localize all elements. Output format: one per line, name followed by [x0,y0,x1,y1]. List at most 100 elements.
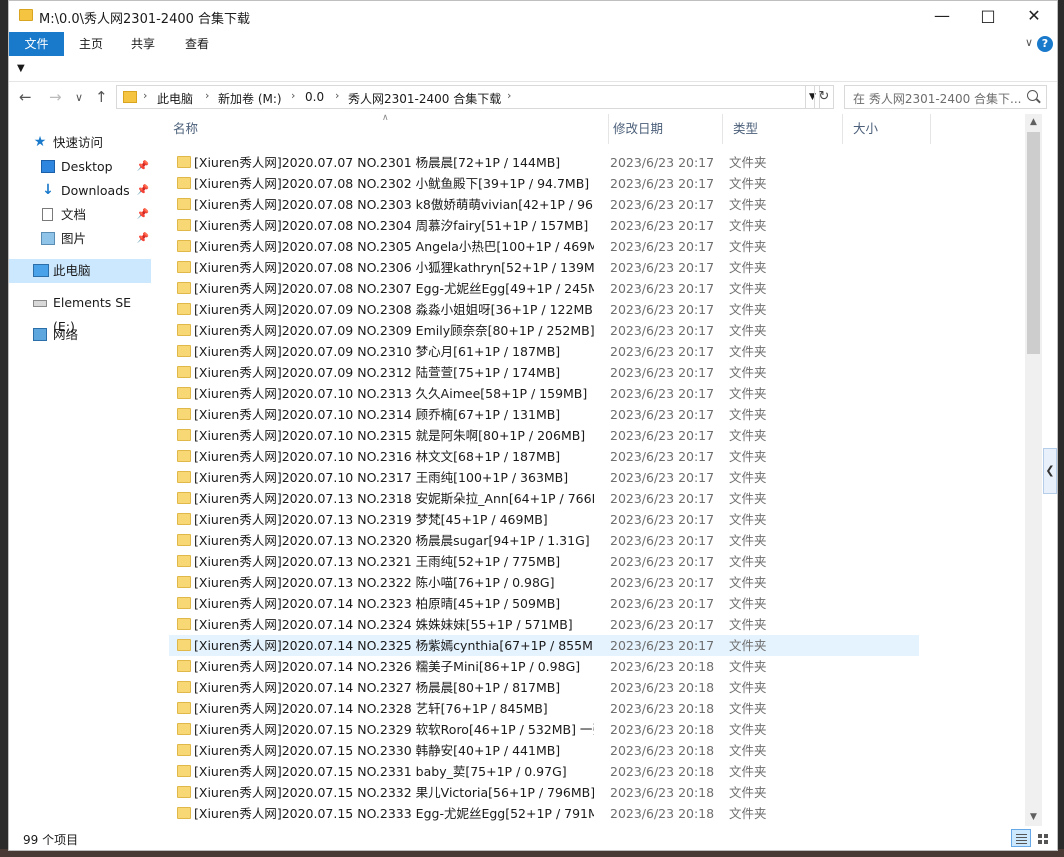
file-row[interactable]: [Xiuren秀人网]2020.07.15 NO.2331 baby_荬[75+… [169,761,919,782]
file-date: 2023/6/23 20:17 [610,281,715,296]
nav-quick-access[interactable]: ★ 快速访问 [9,131,151,155]
file-row[interactable]: [Xiuren秀人网]2020.07.14 NO.2323 柏原晴[45+1P … [169,593,919,614]
file-name: [Xiuren秀人网]2020.07.10 NO.2315 就是阿朱啊[80+1… [194,428,586,443]
breadcrumb-drive[interactable]: 新加卷 (M:) [218,90,282,107]
nav-item-downloads[interactable]: ↓ Downloads 📌 [9,179,151,203]
pin-icon[interactable]: 📌 [137,227,149,251]
file-row[interactable]: [Xiuren秀人网]2020.07.13 NO.2320 杨晨晨sugar[9… [169,530,919,551]
tab-file[interactable]: 文件 [9,32,64,56]
folder-icon [177,177,191,189]
breadcrumb-folder-00[interactable]: 0.0 [305,90,324,104]
tab-view[interactable]: 查看 [175,32,219,56]
nav-this-pc[interactable]: 此电脑 [9,259,151,283]
file-row[interactable]: [Xiuren秀人网]2020.07.10 NO.2315 就是阿朱啊[80+1… [169,425,919,446]
file-row[interactable]: [Xiuren秀人网]2020.07.15 NO.2329 软软Roro[46+… [169,719,919,740]
collapse-panel-chevron-icon[interactable]: ❮ [1043,448,1057,494]
file-row[interactable]: [Xiuren秀人网]2020.07.10 NO.2317 王雨纯[100+1P… [169,467,919,488]
file-row[interactable]: [Xiuren秀人网]2020.07.08 NO.2302 小鱿鱼殿下[39+1… [169,173,919,194]
details-view-button[interactable] [1011,829,1031,847]
column-header-name[interactable]: 名称 ∧ [169,114,609,144]
file-row[interactable]: [Xiuren秀人网]2020.07.15 NO.2333 Egg-尤妮丝Egg… [169,803,919,824]
chevron-right-icon[interactable]: › [205,89,209,102]
file-row[interactable]: [Xiuren秀人网]2020.07.14 NO.2325 杨紫嫣cynthia… [169,635,919,656]
large-icons-view-button[interactable] [1033,829,1053,847]
nav-item-documents[interactable]: 文档 📌 [9,203,151,227]
customize-toolbar-arrow-icon[interactable]: ▼ [17,63,25,74]
back-arrow-icon[interactable]: ← [19,88,32,106]
folder-icon [177,366,191,378]
breadcrumb-this-pc[interactable]: 此电脑 [157,90,193,107]
tab-share[interactable]: 共享 [121,32,165,56]
file-row[interactable]: [Xiuren秀人网]2020.07.09 NO.2308 淼淼小姐姐呀[36+… [169,299,919,320]
nav-item-desktop[interactable]: Desktop 📌 [9,155,151,179]
recent-locations-chevron-icon[interactable]: ∨ [75,91,83,104]
scroll-down-arrow-icon[interactable]: ▼ [1025,809,1042,826]
minimize-button[interactable]: — [919,1,965,32]
close-button[interactable]: ✕ [1011,1,1057,32]
up-arrow-icon[interactable]: ↑ [95,88,108,106]
file-row[interactable]: [Xiuren秀人网]2020.07.09 NO.2309 Emily顾奈奈[8… [169,320,919,341]
column-header-date[interactable]: 修改日期 [609,114,723,144]
title-bar[interactable]: M:\0.0\秀人网2301-2400 合集下载 — □ ✕ [9,1,1057,32]
scrollbar-thumb[interactable] [1027,132,1040,354]
nav-item-pictures[interactable]: 图片 📌 [9,227,151,251]
file-row[interactable]: [Xiuren秀人网]2020.07.13 NO.2322 陈小喵[76+1P … [169,572,919,593]
column-header-size[interactable]: 大小 [849,114,931,144]
file-row[interactable]: [Xiuren秀人网]2020.07.08 NO.2303 k8傲娇萌萌vivi… [169,194,919,215]
search-icon[interactable] [1027,90,1038,101]
nav-drive-e[interactable]: Elements SE (E:) [9,291,151,334]
scroll-up-arrow-icon[interactable]: ▲ [1025,114,1042,131]
file-row[interactable]: [Xiuren秀人网]2020.07.08 NO.2304 周慕汐fairy[5… [169,215,919,236]
file-date: 2023/6/23 20:18 [610,680,715,695]
file-row[interactable]: [Xiuren秀人网]2020.07.14 NO.2328 艺轩[76+1P /… [169,698,919,719]
file-date: 2023/6/23 20:18 [610,764,715,779]
file-type: 文件夹 [729,428,767,443]
nav-network[interactable]: 网络 [9,323,151,347]
file-row[interactable]: [Xiuren秀人网]2020.07.14 NO.2324 姝姝妹妹[55+1P… [169,614,919,635]
column-header-type[interactable]: 类型 [729,114,843,144]
file-row[interactable]: [Xiuren秀人网]2020.07.09 NO.2312 陆萱萱[75+1P … [169,362,919,383]
file-name: [Xiuren秀人网]2020.07.08 NO.2304 周慕汐fairy[5… [194,218,589,233]
file-row[interactable]: [Xiuren秀人网]2020.07.13 NO.2318 安妮斯朵拉_Ann[… [169,488,919,509]
file-row[interactable]: [Xiuren秀人网]2020.07.14 NO.2326 糯美子Mini[86… [169,656,919,677]
file-name: [Xiuren秀人网]2020.07.10 NO.2316 林文文[68+1P … [194,449,561,464]
pin-icon[interactable]: 📌 [137,179,149,203]
chevron-right-icon[interactable]: › [335,89,339,102]
file-row[interactable]: [Xiuren秀人网]2020.07.10 NO.2313 久久Aimee[58… [169,383,919,404]
breadcrumb-current-folder[interactable]: 秀人网2301-2400 合集下载 [348,90,501,107]
file-row[interactable]: [Xiuren秀人网]2020.07.10 NO.2314 顾乔楠[67+1P … [169,404,919,425]
file-row[interactable]: [Xiuren秀人网]2020.07.14 NO.2327 杨晨晨[80+1P … [169,677,919,698]
folder-icon [177,744,191,756]
search-box[interactable]: 在 秀人网2301-2400 合集下... [844,85,1047,109]
chevron-right-icon[interactable]: › [507,89,511,102]
file-name: [Xiuren秀人网]2020.07.13 NO.2321 王雨纯[52+1P … [194,554,561,569]
file-row[interactable]: [Xiuren秀人网]2020.07.08 NO.2307 Egg-尤妮丝Egg… [169,278,919,299]
file-date: 2023/6/23 20:17 [610,323,715,338]
file-row[interactable]: [Xiuren秀人网]2020.07.15 NO.2332 果儿Victoria… [169,782,919,803]
chevron-right-icon[interactable]: › [291,89,295,102]
expand-ribbon-chevron-icon[interactable]: ∨ [1025,36,1033,49]
file-row[interactable]: [Xiuren秀人网]2020.07.15 NO.2330 韩静安[40+1P … [169,740,919,761]
file-date: 2023/6/23 20:17 [610,617,715,632]
tab-home[interactable]: 主页 [69,32,113,56]
file-row[interactable]: [Xiuren秀人网]2020.07.13 NO.2321 王雨纯[52+1P … [169,551,919,572]
refresh-icon[interactable]: ↻ [814,85,834,109]
maximize-button[interactable]: □ [965,1,1011,32]
file-date: 2023/6/23 20:18 [610,659,715,674]
help-icon[interactable]: ? [1037,36,1053,52]
file-row[interactable]: [Xiuren秀人网]2020.07.08 NO.2306 小狐狸kathryn… [169,257,919,278]
network-icon [33,328,47,341]
file-row[interactable]: [Xiuren秀人网]2020.07.08 NO.2305 Angela小热巴[… [169,236,919,257]
file-row[interactable]: [Xiuren秀人网]2020.07.07 NO.2301 杨晨晨[72+1P … [169,152,919,173]
pin-icon[interactable]: 📌 [137,203,149,227]
file-row[interactable]: [Xiuren秀人网]2020.07.10 NO.2316 林文文[68+1P … [169,446,919,467]
file-row[interactable]: [Xiuren秀人网]2020.07.09 NO.2310 梦心月[61+1P … [169,341,919,362]
navigation-pane: ★ 快速访问 Desktop 📌 ↓ Downloads 📌 文档 📌 图片 📌… [9,114,159,826]
pin-icon[interactable]: 📌 [137,155,149,179]
folder-icon [177,219,191,231]
folder-icon [177,324,191,336]
forward-arrow-icon[interactable]: → [49,88,62,106]
file-row[interactable]: [Xiuren秀人网]2020.07.13 NO.2319 梦梵[45+1P /… [169,509,919,530]
address-bar[interactable]: › 此电脑 › 新加卷 (M:) › 0.0 › 秀人网2301-2400 合集… [116,85,806,109]
vertical-scrollbar[interactable]: ▲ ▼ [1025,114,1042,826]
